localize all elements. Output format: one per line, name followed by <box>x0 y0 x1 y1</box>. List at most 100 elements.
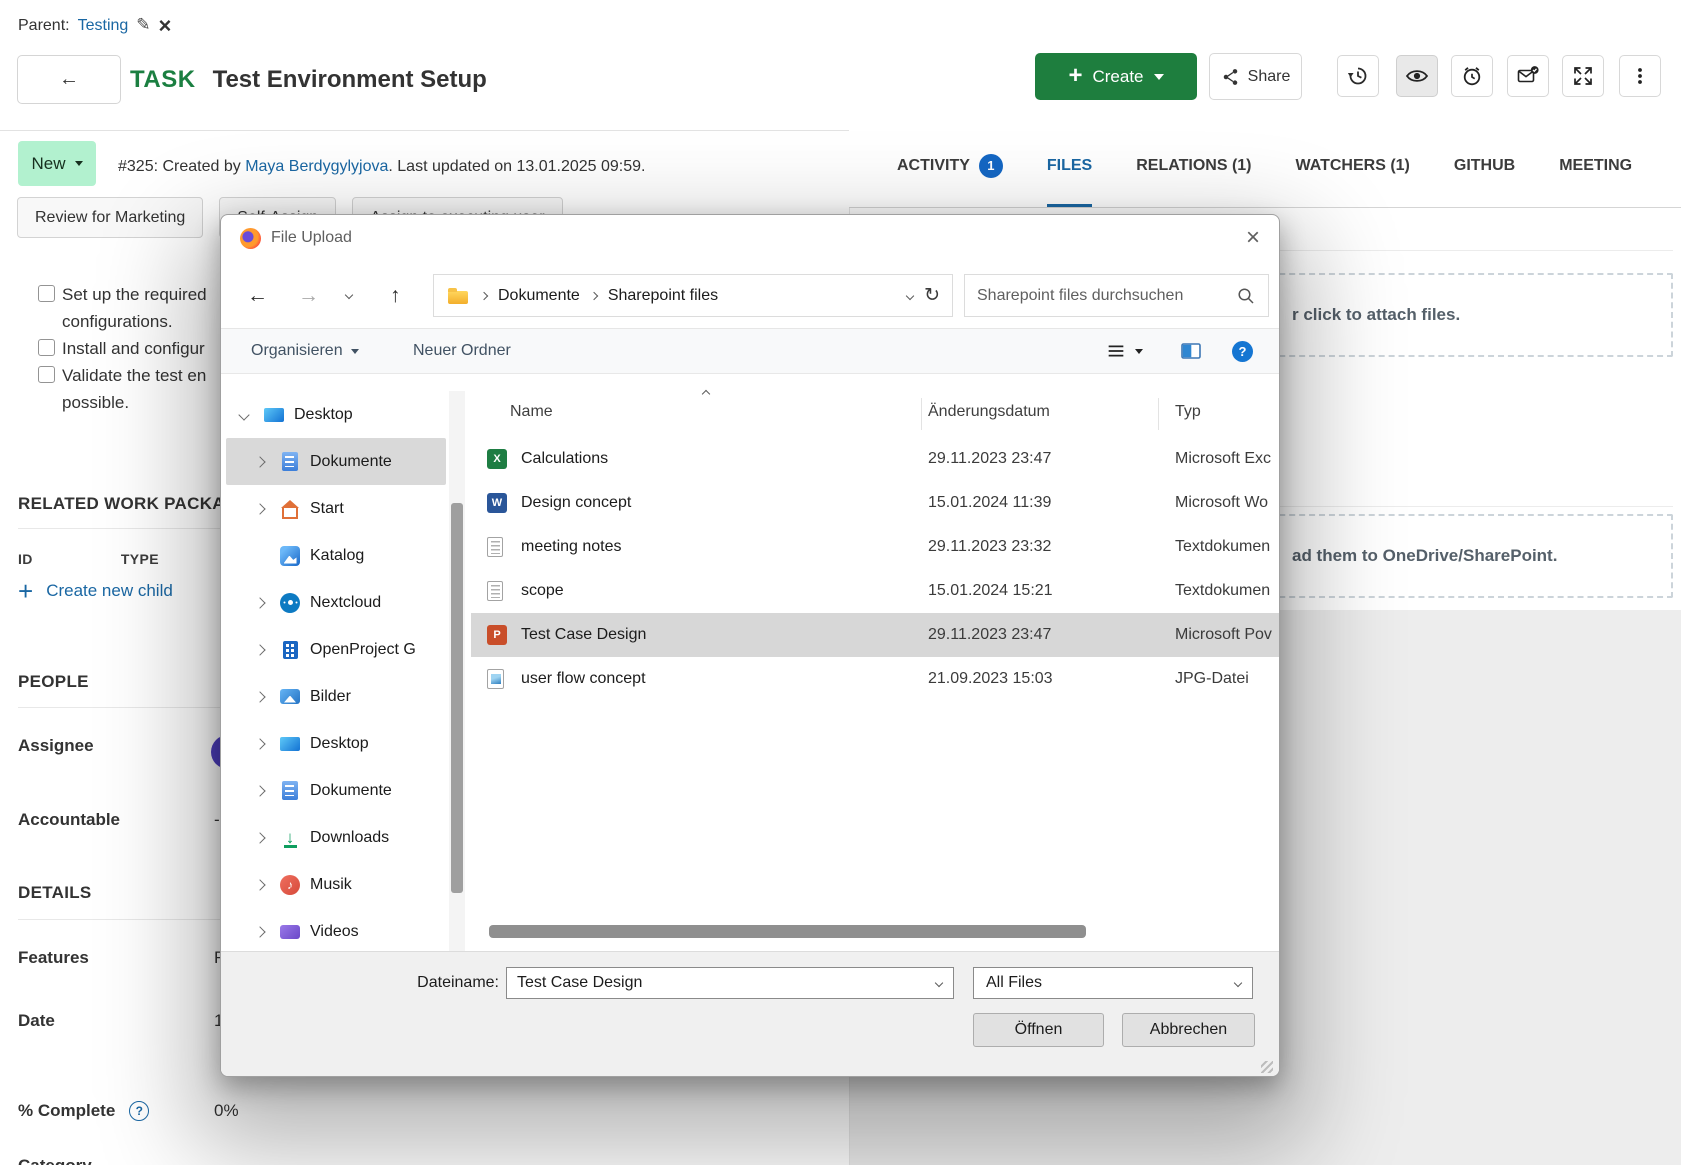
tab-activity[interactable]: ACTIVITY1 <box>897 124 1003 207</box>
notification-mail-icon[interactable] <box>1507 55 1549 97</box>
create-button[interactable]: + Create <box>1035 53 1197 100</box>
tree-item-bilder[interactable]: Bilder <box>226 673 446 720</box>
author-link[interactable]: Maya Berdygylyjova <box>245 158 388 175</box>
textfile-icon <box>487 581 503 601</box>
tab-meeting[interactable]: MEETING <box>1559 124 1632 207</box>
reminder-icon[interactable] <box>1451 55 1493 97</box>
filename-label: Dateiname: <box>406 974 499 992</box>
create-new-child-link[interactable]: + Create new child <box>18 578 173 604</box>
chevron-right-icon[interactable] <box>254 926 265 937</box>
chevron-right-icon[interactable] <box>254 503 265 514</box>
watch-eye-icon[interactable] <box>1396 55 1438 97</box>
search-input[interactable] <box>977 287 1228 305</box>
file-row-calculations[interactable]: XCalculations29.11.2023 23:47Microsoft E… <box>471 437 1280 481</box>
chevron-right-icon[interactable] <box>254 832 265 843</box>
preview-pane-icon[interactable] <box>1179 329 1203 373</box>
column-divider[interactable] <box>921 398 922 430</box>
file-row-test-case-design[interactable]: PTest Case Design29.11.2023 23:47Microso… <box>471 613 1280 657</box>
chevron-right-icon[interactable] <box>254 644 265 655</box>
resize-grip-icon[interactable] <box>1261 1061 1273 1073</box>
chevron-right-icon[interactable] <box>254 456 265 467</box>
back-button[interactable]: ← <box>17 55 121 104</box>
scrollbar-thumb[interactable] <box>451 503 463 893</box>
column-divider[interactable] <box>1158 398 1159 430</box>
tree-item-nextcloud[interactable]: Nextcloud <box>226 579 446 626</box>
filename-input[interactable] <box>517 974 925 992</box>
file-row-scope[interactable]: scope15.01.2024 15:21Textdokumen <box>471 569 1280 613</box>
tree-item-katalog[interactable]: Katalog <box>226 532 446 579</box>
details-value[interactable]: 0% <box>214 1101 239 1121</box>
organize-menu[interactable]: Organisieren <box>251 329 359 373</box>
share-button[interactable]: Share <box>1209 53 1302 100</box>
remove-parent-icon[interactable]: × <box>159 15 172 37</box>
breadcrumb-item[interactable]: Dokumente <box>498 287 580 305</box>
file-row-design-concept[interactable]: WDesign concept15.01.2024 11:39Microsoft… <box>471 481 1280 525</box>
tree-item-downloads[interactable]: Downloads <box>226 814 446 861</box>
tree-item-desktop[interactable]: Desktop <box>226 391 446 438</box>
new-folder-button[interactable]: Neuer Ordner <box>413 329 511 373</box>
checkbox-icon[interactable] <box>38 285 55 302</box>
refresh-icon[interactable]: ↻ <box>924 284 940 307</box>
nav-history-chevron-icon[interactable] <box>345 291 353 299</box>
open-button[interactable]: Öffnen <box>973 1013 1104 1047</box>
breadcrumb: Parent: Testing ✎ × <box>18 15 171 37</box>
column-date[interactable]: Änderungsdatum <box>928 403 1050 421</box>
file-row-user-flow-concept[interactable]: user flow concept21.09.2023 15:03JPG-Dat… <box>471 657 1280 701</box>
tree-item-dokumente[interactable]: Dokumente <box>226 438 446 485</box>
tree-item-musik[interactable]: Musik <box>226 861 446 908</box>
fullscreen-icon[interactable] <box>1562 55 1604 97</box>
chevron-right-icon[interactable] <box>254 738 265 749</box>
nav-up-icon[interactable]: ↑ <box>390 285 401 306</box>
cancel-button[interactable]: Abbrechen <box>1122 1013 1255 1047</box>
nav-back-icon[interactable]: ← <box>247 285 268 306</box>
tree-scrollbar[interactable] <box>449 391 465 953</box>
chevron-right-icon[interactable] <box>254 691 265 702</box>
status-dropdown[interactable]: New <box>18 141 96 186</box>
file-row-meeting-notes[interactable]: meeting notes29.11.2023 23:32Textdokumen <box>471 525 1280 569</box>
tab-label: ACTIVITY <box>897 157 970 175</box>
list-view-icon[interactable] <box>1105 329 1143 373</box>
tree-label: Downloads <box>310 829 389 847</box>
tree-label: OpenProject G <box>310 641 416 659</box>
firefox-icon <box>240 228 261 249</box>
column-type[interactable]: Typ <box>1175 403 1201 421</box>
address-breadcrumb[interactable]: Dokumente Sharepoint files ↻ <box>433 274 953 317</box>
more-kebab-icon[interactable] <box>1619 55 1661 97</box>
chevron-right-icon[interactable] <box>254 597 265 608</box>
nav-forward-icon[interactable]: → <box>298 285 319 306</box>
checkbox-icon[interactable] <box>38 366 55 383</box>
horizontal-scrollbar[interactable] <box>489 925 1086 938</box>
accountable-value[interactable]: - <box>214 810 220 830</box>
chevron-down-icon[interactable] <box>935 979 943 987</box>
file-name: scope <box>521 582 564 600</box>
document-icon <box>278 450 302 474</box>
tree-item-openproject-g[interactable]: OpenProject G <box>226 626 446 673</box>
tree-item-videos[interactable]: Videos <box>226 908 446 953</box>
parent-link[interactable]: Testing <box>78 17 129 35</box>
dialog-titlebar[interactable]: File Upload <box>221 215 1279 261</box>
checkbox-icon[interactable] <box>38 339 55 356</box>
help-icon[interactable]: ? <box>1232 329 1253 373</box>
breadcrumb-item[interactable]: Sharepoint files <box>608 287 718 305</box>
chevron-down-icon[interactable] <box>238 409 249 420</box>
filetype-select[interactable]: All Files <box>973 967 1253 999</box>
chevron-right-icon[interactable] <box>254 879 265 890</box>
tab-relations-1[interactable]: RELATIONS (1) <box>1136 124 1251 207</box>
page-title: TASK Test Environment Setup <box>130 66 487 94</box>
tree-item-dokumente[interactable]: Dokumente <box>226 767 446 814</box>
action-button-review-for-marketing[interactable]: Review for Marketing <box>17 197 203 238</box>
details-value[interactable]: - <box>214 1156 220 1165</box>
tree-item-desktop[interactable]: Desktop <box>226 720 446 767</box>
help-icon[interactable]: ? <box>129 1101 149 1121</box>
tab-watchers-1[interactable]: WATCHERS (1) <box>1296 124 1410 207</box>
history-icon[interactable] <box>1337 55 1379 97</box>
tab-files[interactable]: FILES <box>1047 124 1092 207</box>
address-dropdown-icon[interactable] <box>906 291 914 299</box>
close-icon[interactable]: × <box>1235 223 1271 253</box>
tree-item-start[interactable]: Start <box>226 485 446 532</box>
chevron-right-icon[interactable] <box>254 785 265 796</box>
edit-parent-icon[interactable]: ✎ <box>136 15 150 35</box>
workpackage-title[interactable]: Test Environment Setup <box>213 66 487 94</box>
column-name[interactable]: Name <box>510 403 553 421</box>
tab-github[interactable]: GITHUB <box>1454 124 1515 207</box>
